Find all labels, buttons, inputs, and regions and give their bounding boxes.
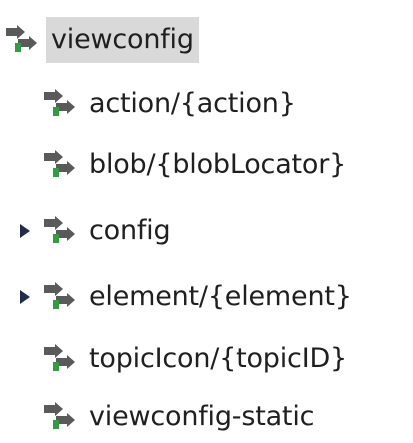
tree-node-label: viewconfig-static — [89, 401, 315, 432]
resource-arrows-icon — [4, 25, 40, 55]
tree-node-label: blob/{blobLocator} — [89, 149, 347, 180]
expander-placeholder — [18, 391, 42, 443]
expand-arrow-icon[interactable] — [18, 271, 42, 323]
resource-arrows-icon — [42, 344, 78, 374]
resource-arrows-icon — [42, 89, 78, 119]
tree-node-label: element/{element} — [89, 281, 352, 312]
tree-node-viewconfig[interactable]: viewconfig — [4, 14, 199, 66]
resource-arrows-icon — [42, 402, 78, 432]
expander-placeholder — [18, 333, 42, 385]
resource-arrows-icon — [42, 282, 78, 312]
resource-arrows-icon — [42, 216, 78, 246]
tree-node-config[interactable]: config — [18, 205, 175, 257]
resource-arrows-icon — [42, 150, 78, 180]
tree-node-label: topicIcon/{topicID} — [89, 343, 348, 374]
tree-node-topicicon[interactable]: topicIcon/{topicID} — [18, 333, 352, 385]
tree-node-viewconfig-static[interactable]: viewconfig-static — [18, 391, 319, 443]
expand-arrow-icon[interactable] — [18, 205, 42, 257]
tree-node-action[interactable]: action/{action} — [18, 78, 301, 130]
resource-tree: viewconfig action/{action} blob/{blobLoc… — [0, 0, 413, 443]
tree-node-element[interactable]: element/{element} — [18, 271, 357, 323]
tree-node-blob[interactable]: blob/{blobLocator} — [18, 139, 351, 191]
expander-placeholder — [18, 78, 42, 130]
expander-placeholder — [18, 139, 42, 191]
tree-node-label: config — [89, 215, 171, 246]
tree-node-label: action/{action} — [89, 88, 296, 119]
tree-node-label: viewconfig — [46, 17, 199, 63]
